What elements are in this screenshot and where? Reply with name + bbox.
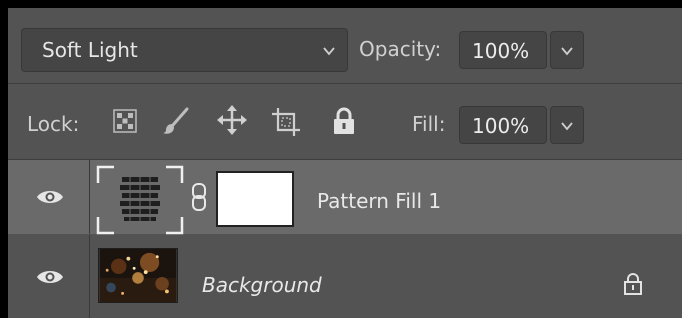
move-lock-icon[interactable] [216, 104, 248, 136]
layer-row-pattern-fill[interactable]: Pattern Fill 1 [8, 160, 682, 235]
artboard-lock-icon[interactable] [270, 106, 302, 138]
eye-icon[interactable] [36, 268, 64, 286]
eye-icon[interactable] [36, 188, 64, 206]
layer-name[interactable]: Background [202, 273, 322, 297]
layer-mask-thumbnail[interactable] [216, 171, 294, 227]
lock-row: Lock: Fill: 100% [8, 84, 682, 160]
fill-value: 100% [472, 114, 530, 138]
padlock-icon[interactable] [623, 272, 643, 296]
blend-row: Soft Light Opacity: 100% [8, 8, 682, 84]
visibility-column [8, 235, 90, 318]
chevron-down-icon [561, 47, 573, 56]
link-icon[interactable] [190, 182, 208, 212]
padlock-icon[interactable] [332, 106, 356, 136]
fill-dropdown-button[interactable] [550, 106, 584, 144]
transparency-lock-icon[interactable] [112, 108, 138, 134]
layer-row-background[interactable]: Background [8, 235, 682, 318]
background-thumbnail[interactable] [98, 248, 178, 303]
brush-lock-icon[interactable] [160, 106, 190, 136]
opacity-dropdown-button[interactable] [550, 31, 584, 69]
fill-input[interactable]: 100% [459, 106, 547, 144]
opacity-input[interactable]: 100% [459, 31, 547, 69]
lock-label: Lock: [27, 112, 80, 136]
blend-mode-dropdown[interactable]: Soft Light [21, 28, 348, 72]
pattern-fill-thumbnail[interactable] [96, 165, 184, 235]
chevron-down-icon [323, 47, 335, 56]
layer-name[interactable]: Pattern Fill 1 [317, 189, 441, 213]
layers-panel: Soft Light Opacity: 100% Lock: Fill: 100… [8, 8, 682, 318]
blend-mode-value: Soft Light [42, 38, 138, 62]
opacity-label: Opacity: [359, 37, 442, 61]
chevron-down-icon [561, 122, 573, 131]
fill-label: Fill: [412, 112, 446, 136]
visibility-column [8, 160, 90, 234]
opacity-value: 100% [472, 39, 530, 63]
